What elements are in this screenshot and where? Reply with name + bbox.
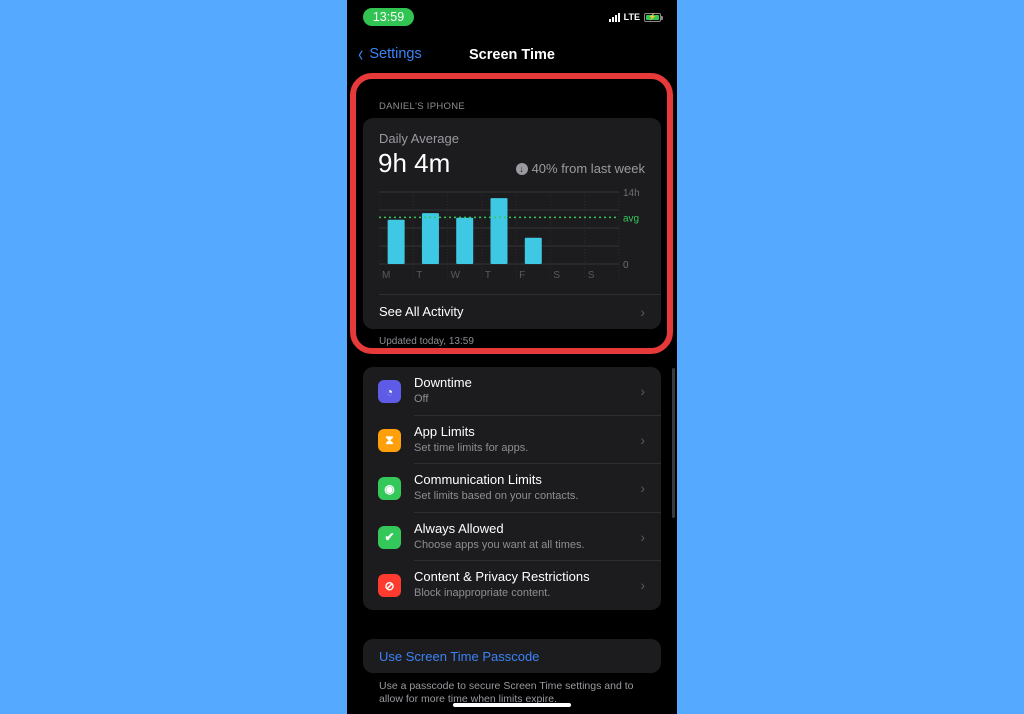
weekly-change: ↓ 40% from last week xyxy=(515,161,645,176)
see-all-activity-button[interactable]: See All Activity › xyxy=(363,295,661,329)
updated-timestamp: Updated today, 13:59 xyxy=(379,336,474,347)
passcode-label: Use Screen Time Passcode xyxy=(379,649,540,664)
row-subtitle: Block inappropriate content. xyxy=(414,587,551,600)
row-subtitle: Choose apps you want at all times. xyxy=(414,538,585,551)
daily-average-label: Daily Average xyxy=(379,131,459,146)
hourglass-icon: ⧗ xyxy=(378,428,401,452)
status-icons: LTE ⚡ xyxy=(608,12,663,22)
settings-row[interactable]: ◉ Communication Limits Set limits based on… xyxy=(363,464,661,513)
arrow-down-circle-icon: ↓ xyxy=(515,162,528,175)
y-tick-label: 0 xyxy=(623,260,629,271)
row-subtitle: Set time limits for apps. xyxy=(414,441,529,454)
contact-icon: ◉ xyxy=(378,477,401,501)
battery-icon: ⚡ xyxy=(644,12,663,22)
navigation-bar: ‹ Settings Screen Time xyxy=(347,43,677,68)
x-tick-label: T xyxy=(485,270,491,281)
row-title: Communication Limits xyxy=(414,472,542,488)
checkmark-seal-icon: ✔ xyxy=(378,525,401,549)
network-type: LTE xyxy=(623,12,640,22)
device-section-header: DANIEL'S IPHONE xyxy=(379,101,466,112)
chevron-right-icon: › xyxy=(640,577,645,594)
bar-2 xyxy=(456,217,474,264)
settings-list: ◔ Downtime Off › ⧗ App Limits Set time limits … xyxy=(363,367,661,610)
bar-3 xyxy=(490,198,508,264)
daily-average-value: 9h 4m xyxy=(378,148,451,178)
bar-4 xyxy=(524,237,542,264)
row-title: App Limits xyxy=(414,423,475,439)
average-label: avg xyxy=(623,213,639,224)
settings-row[interactable]: ⊘ Content & Privacy Restrictions Block ina… xyxy=(363,561,661,610)
signal-icon xyxy=(608,12,620,22)
bar-0 xyxy=(387,219,405,264)
row-title: Content & Privacy Restrictions xyxy=(414,569,590,585)
row-title: Always Allowed xyxy=(414,520,504,536)
settings-row[interactable]: ⧗ App Limits Set time limits for apps. › xyxy=(363,416,661,465)
weekly-change-text: 40% from last week xyxy=(531,161,645,176)
page-title: Screen Time xyxy=(469,47,555,63)
y-tick-label: 14h xyxy=(623,188,640,199)
x-tick-label: W xyxy=(451,270,461,281)
x-tick-label: F xyxy=(519,270,525,281)
bar-1 xyxy=(421,213,439,264)
settings-row[interactable]: ✔ Always Allowed Choose apps you want at a… xyxy=(363,513,661,562)
status-time: 13:59 xyxy=(363,8,414,26)
chevron-right-icon: › xyxy=(640,383,645,399)
usage-chart-svg: avg 14h 0 M T W T F S S xyxy=(379,188,640,281)
x-tick-label: S xyxy=(588,270,595,281)
row-title: Downtime xyxy=(414,375,472,390)
downtime-icon: ◔ xyxy=(378,380,401,403)
scrollbar[interactable] xyxy=(672,368,675,518)
usage-chart: avg 14h 0 M T W T F S S xyxy=(379,186,649,282)
x-tick-label: S xyxy=(553,270,560,281)
screen-time-passcode-button[interactable]: Use Screen Time Passcode xyxy=(363,639,661,673)
chevron-right-icon: › xyxy=(640,480,645,497)
daily-average-card: Daily Average 9h 4m ↓ 40% from last week… xyxy=(363,118,661,329)
phone-screen: 13:59 LTE ⚡ ‹ Settings Screen Time DANIE… xyxy=(347,0,677,714)
restriction-icon: ⊘ xyxy=(378,574,401,598)
row-subtitle: Set limits based on your contacts. xyxy=(414,490,579,503)
x-tick-label: T xyxy=(416,270,422,281)
chevron-right-icon: › xyxy=(640,528,645,545)
settings-row[interactable]: ◔ Downtime Off › xyxy=(363,367,661,416)
x-tick-label: M xyxy=(382,270,390,281)
row-subtitle: Off xyxy=(414,393,429,405)
chevron-right-icon: › xyxy=(640,431,645,448)
see-all-activity-label: See All Activity xyxy=(379,304,464,319)
chevron-right-icon: › xyxy=(640,304,645,320)
home-indicator[interactable] xyxy=(453,703,571,707)
